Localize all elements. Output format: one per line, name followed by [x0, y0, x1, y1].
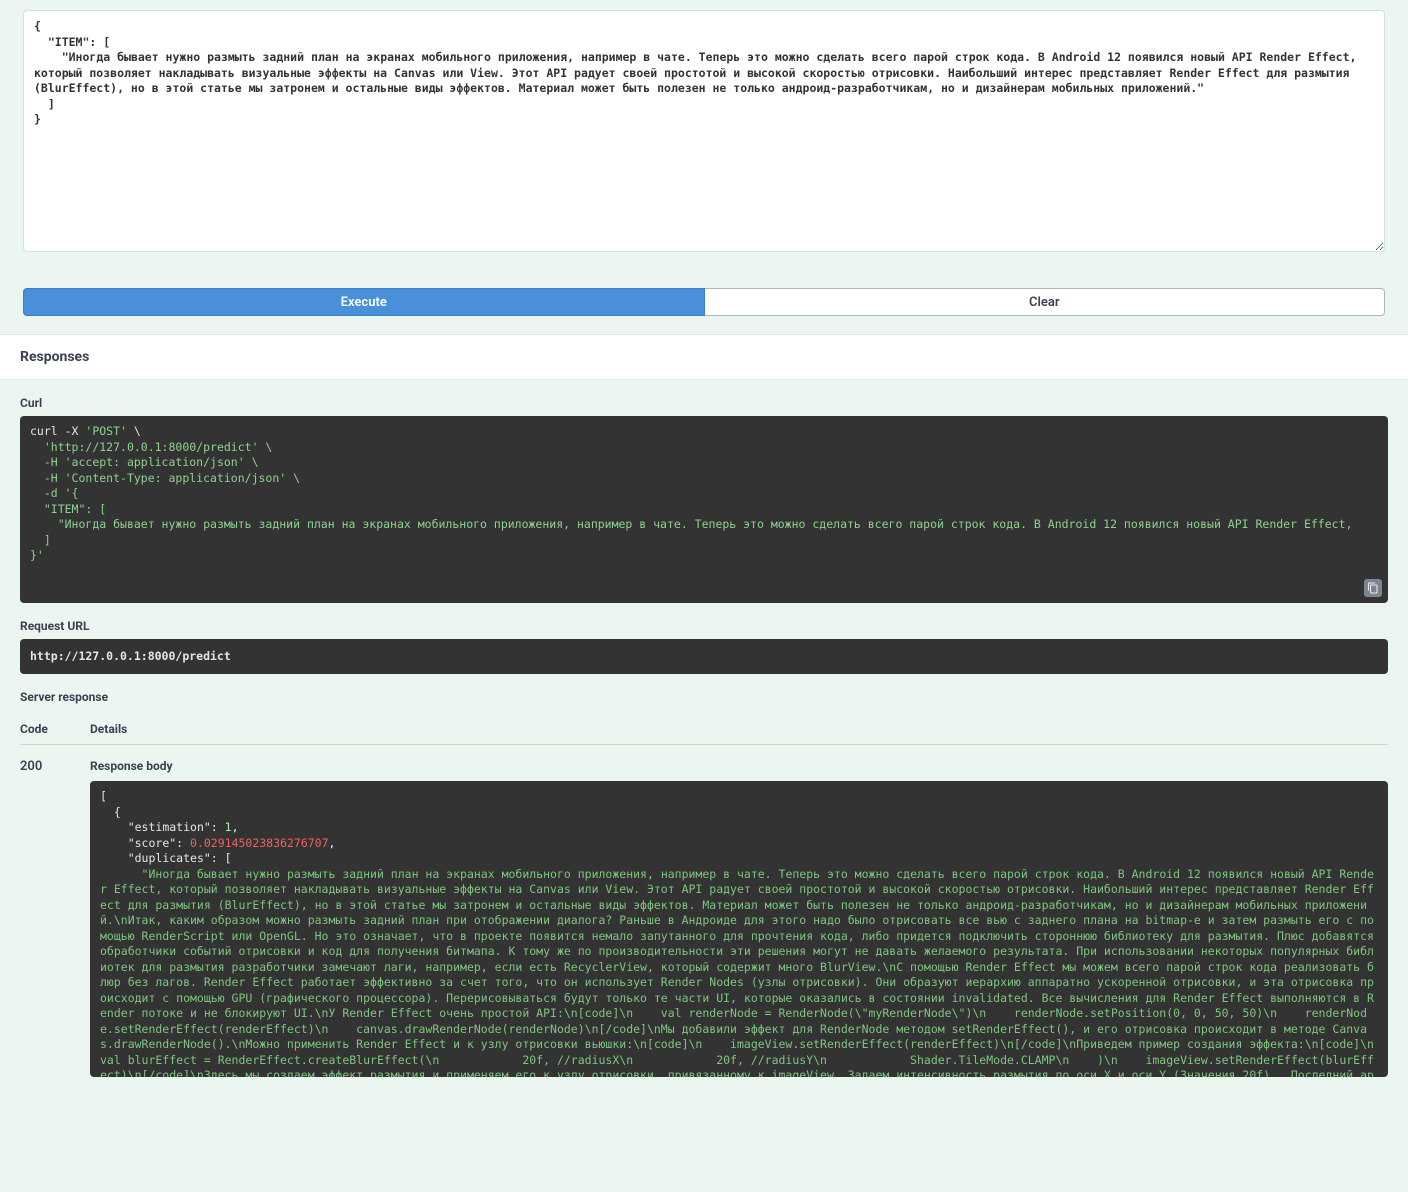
json-text: "estimation":: [100, 820, 225, 834]
json-text: "Иногда бывает нужно размыть задний план…: [100, 867, 1388, 1077]
json-text: {: [100, 805, 121, 819]
response-body-block: [ { "estimation": 1, "score": 0.02914502…: [90, 781, 1388, 1077]
clipboard-icon: [1367, 582, 1379, 594]
json-text: 0.029145023836276707: [190, 836, 328, 850]
clear-button[interactable]: Clear: [705, 288, 1386, 316]
responses-section: Curl curl -X 'POST' \ 'http://127.0.0.1:…: [0, 396, 1408, 1077]
button-row: Execute Clear: [23, 288, 1385, 316]
curl-block: curl -X 'POST' \ 'http://127.0.0.1:8000/…: [20, 416, 1388, 603]
responses-heading: Responses: [0, 334, 1408, 380]
json-text: 1: [225, 820, 232, 834]
json-text: [: [100, 789, 107, 803]
curl-text: "ITEM": [: [30, 502, 106, 516]
textarea-container: [20, 0, 1388, 266]
curl-text: ]: [30, 533, 51, 547]
response-body-label: Response body: [90, 759, 1388, 773]
details-col-header: Details: [90, 722, 1388, 736]
curl-text: "Иногда бывает нужно размыть задний план…: [30, 517, 1352, 531]
parameters-section: Execute Clear: [0, 0, 1408, 316]
curl-text: \: [127, 424, 141, 438]
request-body-textarea[interactable]: [23, 10, 1385, 252]
curl-text: 'http://127.0.0.1:8000/predict' \: [30, 440, 272, 454]
response-table-head: Code Details: [20, 710, 1388, 745]
curl-text: -H 'accept: application/json' \: [30, 455, 259, 469]
request-url-label: Request URL: [20, 619, 1388, 633]
curl-text: -d '{: [30, 486, 78, 500]
json-text: "duplicates": [: [100, 851, 232, 865]
server-response-label: Server response: [20, 690, 1388, 704]
json-text: "score":: [100, 836, 190, 850]
curl-text: curl -X: [30, 424, 85, 438]
curl-text: }': [30, 548, 44, 562]
json-text: ,: [329, 836, 336, 850]
request-url-block: http://127.0.0.1:8000/predict: [20, 639, 1388, 675]
curl-text: -H 'Content-Type: application/json' \: [30, 471, 300, 485]
response-row: 200 Response body [ { "estimation": 1, "…: [20, 745, 1388, 1077]
code-col-header: Code: [20, 722, 90, 736]
json-text: ,: [232, 820, 239, 834]
details-column: Response body [ { "estimation": 1, "scor…: [90, 759, 1388, 1077]
copy-curl-button[interactable]: [1364, 579, 1382, 597]
curl-text: 'POST': [85, 424, 127, 438]
status-code: 200: [20, 759, 90, 1077]
curl-label: Curl: [20, 396, 1388, 410]
execute-button[interactable]: Execute: [23, 288, 705, 316]
